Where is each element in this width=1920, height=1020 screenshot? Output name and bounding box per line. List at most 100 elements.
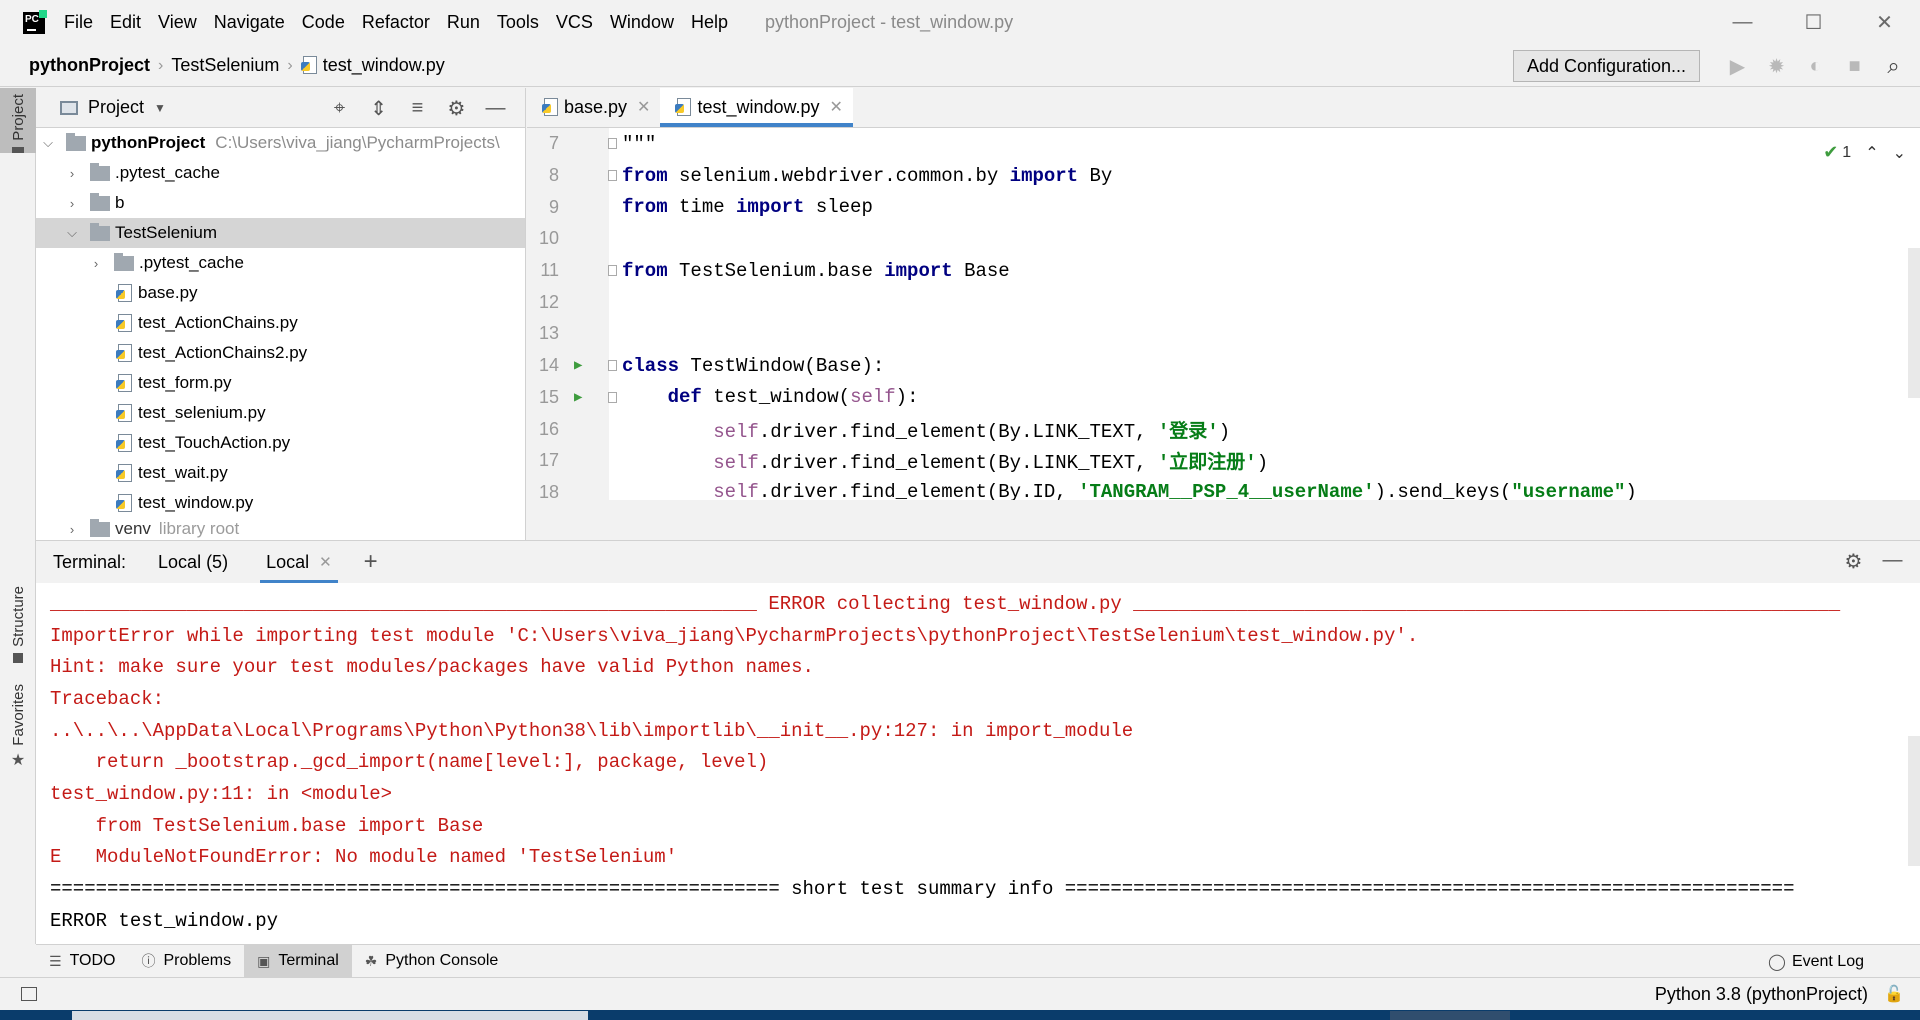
debug-icon[interactable]: ✹	[1757, 51, 1796, 81]
tree-item-label: test_ActionChains.py	[138, 313, 298, 332]
code-area[interactable]: 7 """ 8 from selenium.webdriver.common.by i…	[527, 128, 1920, 508]
python-file-icon	[116, 284, 132, 302]
tree-file[interactable]: test_ActionChains2.py	[36, 338, 525, 368]
tree-folder[interactable]: › .pytest_cache	[36, 248, 525, 278]
menu-item-window[interactable]: Window	[610, 12, 674, 33]
menu-item-code[interactable]: Code	[302, 12, 345, 33]
terminal-line: ERROR test_window.py	[50, 909, 279, 932]
menu-item-run[interactable]: Run	[447, 12, 480, 33]
pycharm-logo-icon: PC	[23, 9, 47, 34]
menu-item-file[interactable]: File	[64, 12, 93, 33]
tree-folder[interactable]: ⌵ TestSelenium	[36, 218, 525, 248]
menu-item-help[interactable]: Help	[691, 12, 728, 33]
chevron-down-icon[interactable]: ⌵	[66, 225, 78, 241]
editor-tab[interactable]: base.py ✕	[527, 88, 660, 127]
minimize-icon[interactable]: —	[1707, 0, 1778, 45]
close-icon[interactable]: ✕	[319, 553, 332, 571]
tree-file[interactable]: test_window.py	[36, 488, 525, 518]
terminal-tab[interactable]: Local (5)	[152, 541, 234, 583]
star-icon: ★	[10, 751, 26, 769]
tree-file[interactable]: test_form.py	[36, 368, 525, 398]
taskbar-item[interactable]	[1390, 1011, 1510, 1020]
code-text: class TestWindow(Base):	[622, 354, 885, 377]
tool-window-label: Problems	[163, 952, 232, 969]
menu-item-edit[interactable]: Edit	[110, 12, 141, 33]
terminal-scrollbar[interactable]	[1908, 736, 1920, 866]
editor-tab[interactable]: test_window.py ✕	[660, 88, 854, 127]
breadcrumb-folder[interactable]: TestSelenium	[171, 55, 279, 76]
editor-scrollbar[interactable]	[1908, 248, 1920, 398]
terminal-line: Traceback:	[50, 687, 165, 710]
terminal-tab[interactable]: Local ✕	[260, 541, 338, 583]
tree-file[interactable]: test_TouchAction.py	[36, 428, 525, 458]
menu-item-view[interactable]: View	[158, 12, 197, 33]
tree-file[interactable]: test_ActionChains.py	[36, 308, 525, 338]
chevron-down-icon[interactable]: ▼	[154, 101, 166, 115]
menu-item-navigate[interactable]: Navigate	[214, 12, 285, 33]
breadcrumb-project[interactable]: pythonProject	[29, 55, 150, 76]
lock-icon[interactable]: 🔓	[1884, 984, 1904, 1004]
coverage-icon[interactable]: ◐	[1796, 51, 1835, 81]
chevron-right-icon[interactable]: ›	[66, 196, 78, 211]
collapse-all-icon[interactable]: ≡	[398, 97, 437, 120]
tool-window-terminal[interactable]: ▣ Terminal	[244, 944, 352, 978]
tree-folder[interactable]: › .pytest_cache	[36, 158, 525, 188]
fold-marker-icon[interactable]	[608, 360, 617, 372]
expand-all-icon[interactable]: ⇕	[359, 96, 398, 121]
project-panel-title[interactable]: Project	[88, 97, 144, 118]
menu-item-tools[interactable]: Tools	[497, 12, 539, 33]
gear-icon[interactable]: ⚙	[1834, 549, 1873, 574]
chevron-right-icon[interactable]: ›	[66, 522, 78, 537]
tree-folder[interactable]: › b	[36, 188, 525, 218]
tool-tab-favorites[interactable]: Favorites ★	[0, 684, 36, 772]
chevron-down-icon[interactable]: ⌄	[1893, 143, 1906, 163]
chevron-down-icon[interactable]: ⌵	[42, 135, 54, 151]
search-icon[interactable]: ⌕	[1874, 51, 1913, 81]
close-icon[interactable]: ✕	[1849, 0, 1920, 45]
run-gutter-icon[interactable]: ▶	[574, 357, 582, 374]
editor-tabs: base.py ✕ test_window.py ✕	[527, 88, 1920, 128]
fold-marker-icon[interactable]	[608, 265, 617, 277]
tool-window-python-console[interactable]: ☘ Python Console	[352, 945, 512, 978]
add-tab-icon[interactable]: +	[364, 548, 378, 576]
run-gutter-icon[interactable]: ▶	[574, 389, 582, 406]
breadcrumb-file-label: test_window.py	[322, 55, 445, 75]
checkmark-icon[interactable]: ✔	[1823, 142, 1838, 163]
chevron-right-icon[interactable]: ›	[90, 256, 102, 271]
hide-icon[interactable]: —	[1873, 549, 1912, 574]
run-icon[interactable]: ▶	[1718, 51, 1757, 81]
tree-file[interactable]: base.py	[36, 278, 525, 308]
tool-window-todo[interactable]: ☰ TODO	[36, 945, 129, 978]
tree-root[interactable]: ⌵ pythonProject C:\Users\viva_jiang\Pych…	[36, 128, 525, 158]
terminal-output[interactable]: ________________________________________…	[36, 583, 1920, 937]
fold-marker-icon[interactable]	[608, 391, 617, 403]
gear-icon[interactable]: ⚙	[437, 96, 476, 121]
tree-file[interactable]: test_wait.py	[36, 458, 525, 488]
maximize-icon[interactable]: ☐	[1778, 0, 1849, 45]
locate-icon[interactable]: ⌖	[320, 97, 359, 120]
stop-icon[interactable]: ■	[1835, 51, 1874, 81]
code-line: 16 self.driver.find_element(By.LINK_TEXT…	[527, 413, 1920, 445]
taskbar-item[interactable]	[72, 1011, 588, 1020]
breadcrumb-file[interactable]: test_window.py	[300, 55, 445, 76]
chevron-up-icon[interactable]: ⌃	[1865, 143, 1878, 163]
tool-tab-project[interactable]: Project	[0, 88, 36, 153]
close-icon[interactable]: ✕	[830, 97, 843, 117]
menu-item-refactor[interactable]: Refactor	[362, 12, 430, 33]
tree-item-venv[interactable]: › venv library root	[36, 518, 525, 540]
fold-marker-icon[interactable]	[608, 138, 617, 150]
tool-window-problems[interactable]: ⓘ Problems	[129, 945, 245, 978]
close-icon[interactable]: ✕	[637, 97, 650, 117]
hide-icon[interactable]: —	[476, 97, 515, 120]
fold-marker-icon[interactable]	[608, 170, 617, 182]
tool-tab-structure[interactable]: Structure	[0, 586, 36, 666]
menu-item-vcs[interactable]: VCS	[556, 12, 593, 33]
line-number: 12	[538, 291, 559, 312]
interpreter-indicator[interactable]: Python 3.8 (pythonProject)	[1655, 984, 1868, 1005]
terminal-line: from TestSelenium.base import Base	[50, 814, 484, 837]
tree-file[interactable]: test_selenium.py	[36, 398, 525, 428]
chevron-right-icon[interactable]: ›	[66, 166, 78, 181]
add-configuration-button[interactable]: Add Configuration...	[1513, 50, 1700, 82]
event-log-button[interactable]: ◯ Event Log	[1768, 945, 1864, 978]
layout-toggle-icon[interactable]	[21, 987, 37, 1001]
